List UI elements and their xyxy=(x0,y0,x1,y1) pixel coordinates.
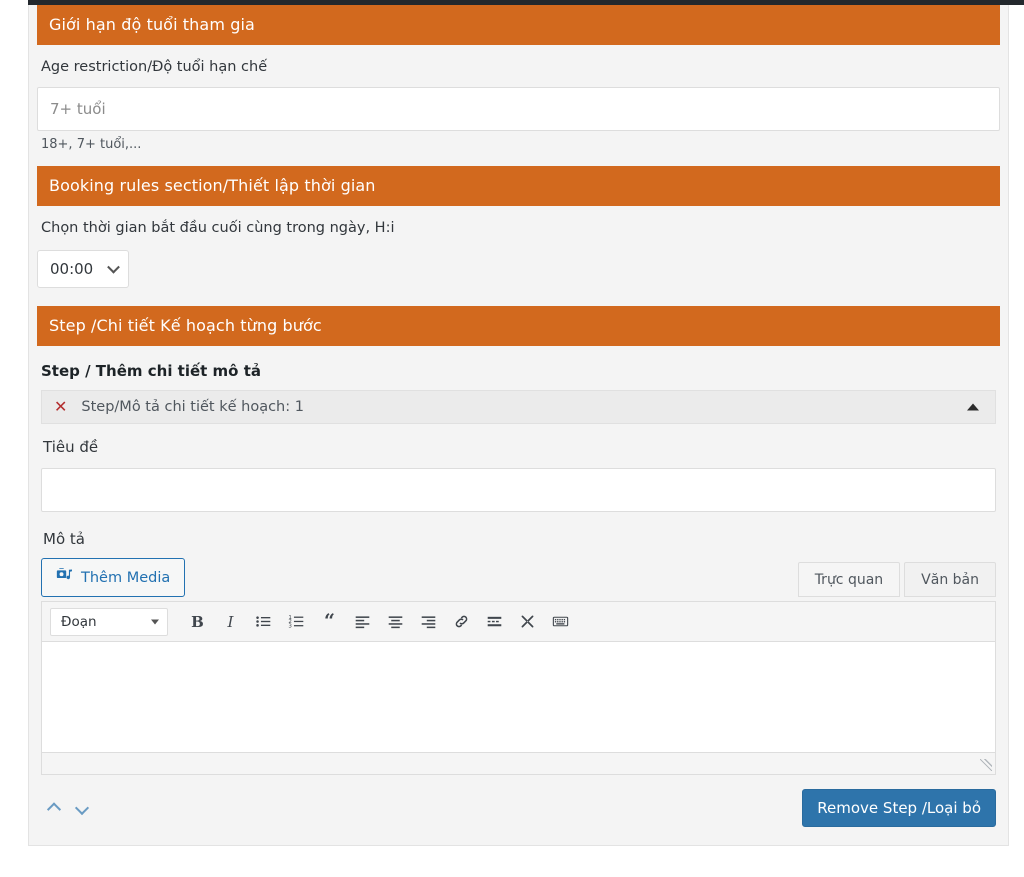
format-select[interactable]: Đoạn xyxy=(50,607,168,636)
fullscreen-icon[interactable] xyxy=(512,608,543,636)
section-header-age-restriction: Giới hạn độ tuổi tham gia xyxy=(37,5,1000,45)
remove-step-x-icon[interactable]: ✕ xyxy=(54,399,67,415)
editor-toolbar: Đoạn B I 123 “ xyxy=(42,602,995,642)
blockquote-icon[interactable]: “ xyxy=(314,608,345,636)
tab-visual[interactable]: Trực quan xyxy=(797,562,901,597)
align-center-icon[interactable] xyxy=(380,608,411,636)
tab-text[interactable]: Văn bản xyxy=(904,562,996,597)
step-title-input[interactable] xyxy=(41,468,996,512)
bulleted-list-icon[interactable] xyxy=(248,608,279,636)
bold-icon[interactable]: B xyxy=(182,608,213,636)
add-media-label: Thêm Media xyxy=(81,569,171,586)
step-sort-controls xyxy=(41,797,93,819)
section-header-booking-rules: Booking rules section/Thiết lập thời gia… xyxy=(37,166,1000,206)
editor-content-area[interactable] xyxy=(42,642,995,752)
step-item-title: Step/Mô tả chi tiết kế hoạch: 1 xyxy=(81,399,304,415)
booking-time-label: Chọn thời gian bắt đầu cuối cùng trong n… xyxy=(41,220,395,236)
step-item-header[interactable]: ✕ Step/Mô tả chi tiết kế hoạch: 1 xyxy=(41,390,996,424)
svg-text:3: 3 xyxy=(288,623,292,629)
booking-time-select-wrapper: 00:00 xyxy=(37,250,129,288)
age-restriction-helper: 18+, 7+ tuổi,... xyxy=(41,137,142,152)
booking-time-select[interactable]: 00:00 xyxy=(37,250,129,288)
remove-step-button[interactable]: Remove Step /Loại bỏ xyxy=(802,789,996,827)
step-item-footer: Remove Step /Loại bỏ xyxy=(41,775,996,833)
add-media-button[interactable]: Thêm Media xyxy=(41,558,186,597)
editor-mode-tabs: Trực quan Văn bản xyxy=(797,562,996,597)
step-description-field-label: Mô tả xyxy=(43,530,85,548)
page-root: Giới hạn độ tuổi tham gia Age restrictio… xyxy=(0,0,1024,877)
link-icon[interactable] xyxy=(446,608,477,636)
collapse-toggle-icon[interactable] xyxy=(967,403,979,411)
age-restriction-label: Age restriction/Độ tuổi hạn chế xyxy=(41,59,268,75)
align-right-icon[interactable] xyxy=(413,608,444,636)
editor-resize-handle[interactable] xyxy=(980,759,992,771)
age-restriction-input[interactable] xyxy=(37,87,1000,131)
editor-status-bar xyxy=(42,752,995,774)
media-icon xyxy=(56,567,73,588)
italic-icon[interactable]: I xyxy=(215,608,246,636)
editor-topbar: Thêm Media Trực quan Văn bản xyxy=(41,558,996,597)
wp-editor: Thêm Media Trực quan Văn bản Đoạn B I 1 … xyxy=(41,558,996,775)
section-header-step: Step /Chi tiết Kế hoạch từng bước xyxy=(37,306,1000,346)
numbered-list-icon[interactable]: 123 xyxy=(281,608,312,636)
step-group-label: Step / Thêm chi tiết mô tả xyxy=(41,362,262,380)
step-item: ✕ Step/Mô tả chi tiết kế hoạch: 1 Tiêu đ… xyxy=(41,390,996,833)
insert-read-more-icon[interactable] xyxy=(479,608,510,636)
step-title-field-label: Tiêu đề xyxy=(43,438,99,456)
keyboard-shortcuts-icon[interactable] xyxy=(545,608,576,636)
metabox-panel: Giới hạn độ tuổi tham gia Age restrictio… xyxy=(28,5,1009,846)
move-down-icon[interactable] xyxy=(71,797,93,819)
step-item-body: Tiêu đề Mô tả Thêm Media Trực quan Văn b… xyxy=(41,424,996,833)
editor-box: Đoạn B I 123 “ xyxy=(41,601,996,775)
format-select-wrapper: Đoạn xyxy=(50,607,168,636)
move-up-icon[interactable] xyxy=(43,797,65,819)
align-left-icon[interactable] xyxy=(347,608,378,636)
